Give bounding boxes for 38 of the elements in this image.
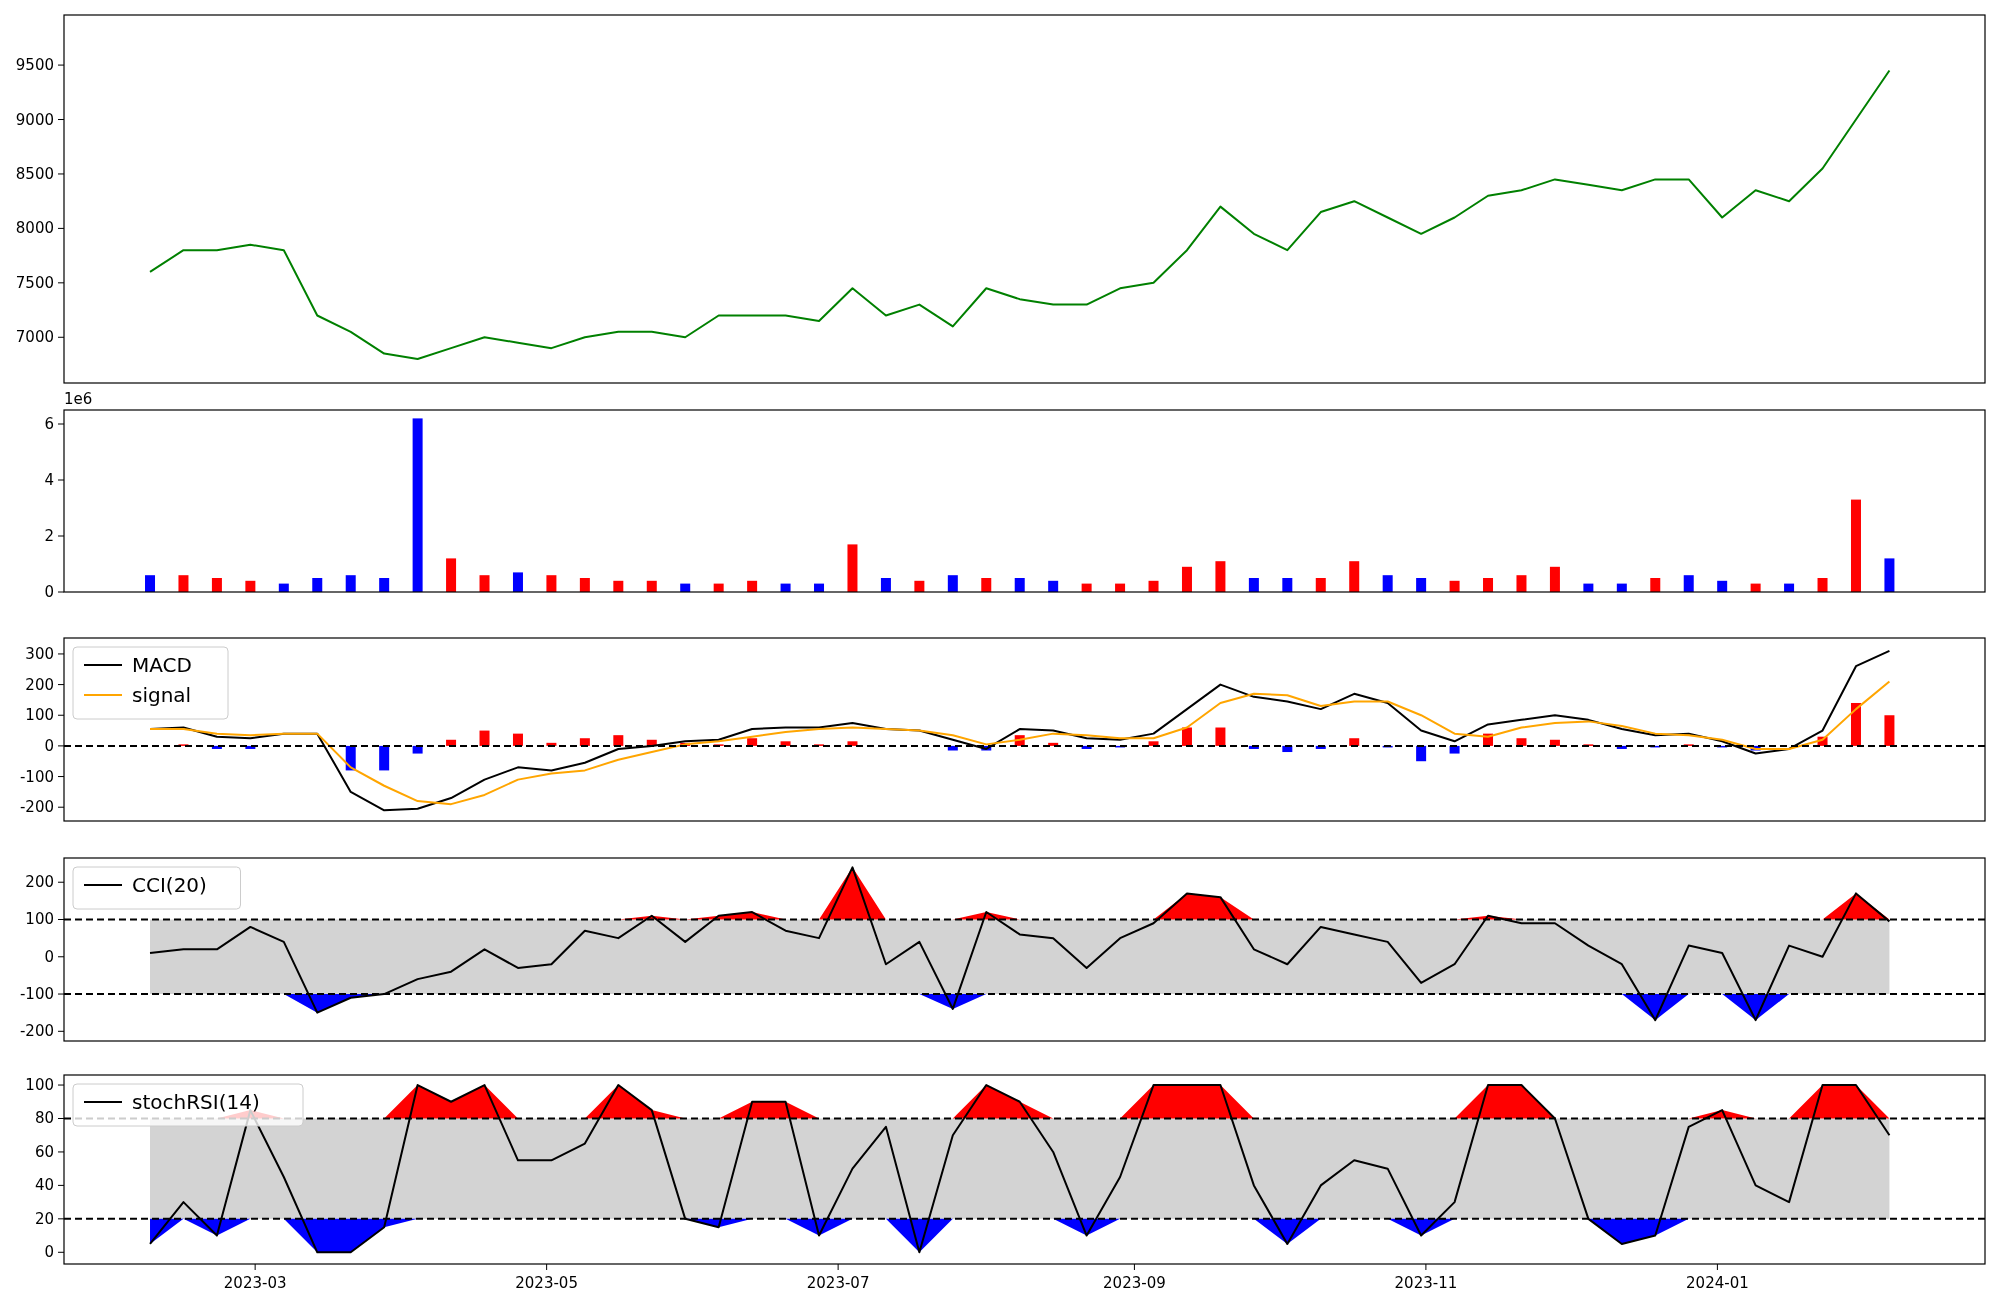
y-tick-label: 8000 xyxy=(15,219,54,238)
y-tick-label: 100 xyxy=(25,706,54,725)
y-tick-label: 20 xyxy=(34,1209,54,1228)
legend-label: MACD xyxy=(132,653,192,677)
x-tick-label: 2023-11 xyxy=(1394,1274,1458,1292)
y-tick-label: 60 xyxy=(34,1142,54,1161)
y-tick-label: -200 xyxy=(19,798,54,817)
y-tick-label: 8500 xyxy=(15,164,54,183)
legend-label: CCI(20) xyxy=(132,873,207,897)
y-tick-label: 0 xyxy=(44,1243,54,1262)
axis-offset-label: 1e6 xyxy=(64,390,93,408)
x-tick-label: 2024-01 xyxy=(1686,1274,1749,1292)
y-tick-label: 0 xyxy=(44,736,54,755)
y-tick-label: 0 xyxy=(44,583,54,601)
y-tick-label: 7500 xyxy=(15,273,54,292)
y-tick-label: 2 xyxy=(44,527,54,545)
x-tick-label: 2023-05 xyxy=(515,1274,578,1292)
y-tick-label: -100 xyxy=(19,985,54,1004)
y-tick-label: 9000 xyxy=(15,110,54,129)
x-tick-label: 2023-09 xyxy=(1103,1274,1166,1292)
x-tick-label: 2023-07 xyxy=(806,1274,870,1292)
y-tick-label: 4 xyxy=(44,471,54,489)
y-tick-label: -200 xyxy=(19,1022,54,1041)
legend-label: signal xyxy=(132,683,192,707)
y-tick-label: 80 xyxy=(34,1109,54,1128)
y-tick-label: 9500 xyxy=(15,56,54,75)
y-tick-label: 100 xyxy=(25,1076,54,1095)
y-tick-label: 7000 xyxy=(15,328,54,347)
x-tick-label: 2023-03 xyxy=(223,1274,287,1292)
y-tick-label: 40 xyxy=(34,1176,54,1195)
legend-label: stochRSI(14) xyxy=(132,1090,260,1114)
y-tick-label: 200 xyxy=(25,675,54,694)
y-tick-label: 300 xyxy=(25,644,54,663)
y-tick-label: 0 xyxy=(44,947,54,966)
y-tick-label: 200 xyxy=(25,873,54,892)
y-tick-label: 100 xyxy=(25,910,54,929)
y-tick-label: 6 xyxy=(44,415,54,433)
y-tick-label: -100 xyxy=(19,767,54,786)
